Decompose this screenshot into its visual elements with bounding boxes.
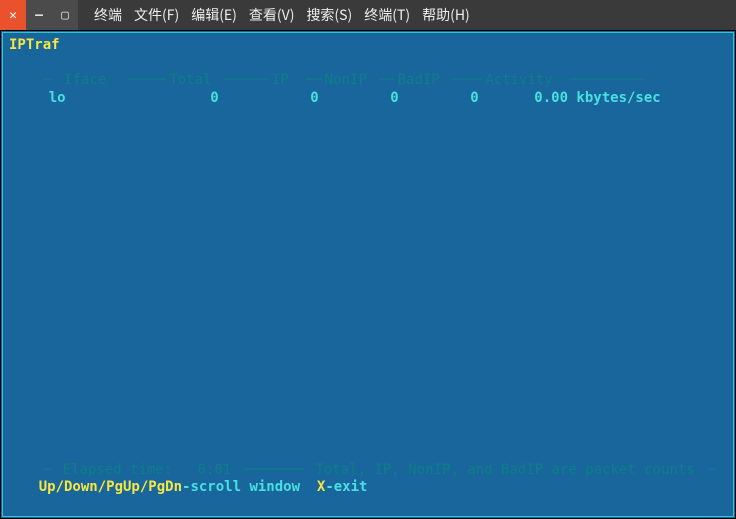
menu-help[interactable]: 帮助(H)	[418, 5, 474, 25]
menu-edit[interactable]: 编辑(E)	[187, 5, 241, 25]
maximize-icon: ▢	[61, 8, 69, 23]
window-maximize-button[interactable]: ▢	[52, 0, 78, 30]
scroll-text: -scroll window	[182, 479, 317, 495]
window-minimize-button[interactable]: —	[26, 0, 52, 30]
cell-total: 0	[109, 90, 219, 107]
menu-terminal-label[interactable]: 终端	[90, 5, 126, 25]
window-titlebar: ✕ — ▢ 终端 文件(F) 编辑(E) 查看(V) 搜索(S) 终端(T) 帮…	[0, 0, 736, 30]
cell-ip: 0	[219, 90, 319, 107]
cell-badip: 0	[399, 90, 479, 107]
cell-iface: lo	[39, 90, 109, 107]
close-icon: ✕	[9, 8, 17, 23]
cell-activity: 0.00 kbytes/sec	[479, 90, 669, 107]
app-title: IPTraf	[9, 37, 731, 54]
menu-search[interactable]: 搜索(S)	[302, 5, 356, 25]
table-row: lo00000.00 kbytes/sec	[5, 73, 731, 124]
menu-terminal[interactable]: 终端(T)	[360, 5, 414, 25]
exit-text: -exit	[325, 479, 367, 495]
footer-help-line: Up/Down/PgUp/PgDn-scroll window X-exit	[5, 462, 731, 513]
cell-nonip: 0	[319, 90, 399, 107]
minimize-icon: —	[35, 8, 43, 23]
menu-file[interactable]: 文件(F)	[130, 5, 183, 25]
keys-updown: Up/Down/PgUp/PgDn	[39, 479, 182, 495]
menubar: 终端 文件(F) 编辑(E) 查看(V) 搜索(S) 终端(T) 帮助(H)	[90, 5, 474, 25]
terminal-area[interactable]: IPTraf ─Iface─────Total──────IP──NonIP──…	[0, 30, 736, 519]
window-controls: ✕ — ▢	[0, 0, 78, 30]
menu-view[interactable]: 查看(V)	[245, 5, 299, 25]
window-close-button[interactable]: ✕	[0, 0, 26, 30]
